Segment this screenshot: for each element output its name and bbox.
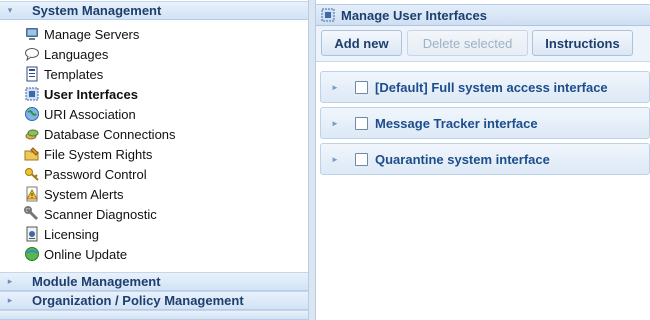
sidebar-item-licensing[interactable]: Licensing <box>0 224 308 244</box>
template-icon <box>24 66 40 82</box>
expand-arrow-icon: ▸ <box>7 276 13 286</box>
globe-icon <box>24 106 40 122</box>
interface-list: ► [Default] Full system access interface… <box>320 71 650 179</box>
sidebar-item-manage-servers[interactable]: Manage Servers <box>0 24 308 44</box>
update-globe-icon <box>24 246 40 262</box>
server-icon <box>24 26 40 42</box>
speech-bubble-icon <box>24 46 40 62</box>
list-item[interactable]: ► [Default] Full system access interface <box>320 71 650 103</box>
database-icon <box>24 126 40 142</box>
system-management-list: Manage Servers Languages Templates User … <box>0 24 308 264</box>
sidebar-item-label: User Interfaces <box>44 86 138 102</box>
user-interface-icon <box>24 86 40 102</box>
sidebar-item-label: URI Association <box>44 106 136 122</box>
collapse-arrow-icon: ▾ <box>7 5 13 15</box>
delete-selected-button[interactable]: Delete selected <box>407 30 528 56</box>
toolbar: Add new Delete selected Instructions <box>316 26 650 62</box>
sidebar-item-online-update[interactable]: Online Update <box>0 244 308 264</box>
section-organization-policy-management[interactable]: ▸ Organization / Policy Management <box>0 291 308 310</box>
sidebar-item-label: File System Rights <box>44 146 153 162</box>
expand-arrow-icon: ▸ <box>7 295 13 305</box>
user-interface-icon <box>320 7 336 23</box>
sidebar-item-label: Online Update <box>44 246 128 262</box>
section-module-management[interactable]: ▸ Module Management <box>0 272 308 291</box>
sidebar-item-label: Manage Servers <box>44 26 140 42</box>
sidebar-item-label: Languages <box>44 46 109 62</box>
expand-arrow-icon[interactable]: ► <box>331 83 347 92</box>
warning-icon <box>24 186 40 202</box>
sidebar-item-user-interfaces[interactable]: User Interfaces <box>0 84 308 104</box>
expand-arrow-icon[interactable]: ► <box>331 155 347 164</box>
expand-arrow-icon[interactable]: ► <box>331 119 347 128</box>
section-label: System Management <box>32 3 162 18</box>
row-checkbox[interactable] <box>355 80 368 94</box>
navigation-panel: ▾ System Management Manage Servers Langu… <box>0 0 308 320</box>
sidebar-item-label: System Alerts <box>44 186 124 202</box>
license-icon <box>24 226 40 242</box>
instructions-button[interactable]: Instructions <box>532 30 633 56</box>
key-icon <box>24 166 40 182</box>
sidebar-item-label: Database Connections <box>44 126 176 142</box>
panel-splitter[interactable] <box>308 0 316 320</box>
section-label: Module Management <box>32 274 161 289</box>
folder-edit-icon <box>24 146 40 162</box>
page-title: Manage User Interfaces <box>341 7 487 23</box>
wrench-icon <box>24 206 40 222</box>
row-checkbox[interactable] <box>355 116 368 130</box>
row-label[interactable]: Quarantine system interface <box>375 152 550 167</box>
panel-header: Manage User Interfaces <box>316 4 650 26</box>
sidebar-item-label: Password Control <box>44 166 147 182</box>
content-panel: Manage User Interfaces Add new Delete se… <box>316 0 650 320</box>
add-new-button[interactable]: Add new <box>321 30 402 56</box>
list-item[interactable]: ► Message Tracker interface <box>320 107 650 139</box>
sidebar-item-languages[interactable]: Languages <box>0 44 308 64</box>
sidebar-item-label: Licensing <box>44 226 99 242</box>
sidebar-item-label: Scanner Diagnostic <box>44 206 157 222</box>
sidebar-item-system-alerts[interactable]: System Alerts <box>0 184 308 204</box>
sidebar-item-label: Templates <box>44 66 104 82</box>
row-label[interactable]: Message Tracker interface <box>375 116 538 131</box>
row-checkbox[interactable] <box>355 152 368 166</box>
sidebar-item-password-control[interactable]: Password Control <box>0 164 308 184</box>
section-label: Organization / Policy Management <box>32 293 244 308</box>
sidebar-item-file-system-rights[interactable]: File System Rights <box>0 144 308 164</box>
sidebar-item-database-connections[interactable]: Database Connections <box>0 124 308 144</box>
sidebar-item-uri-association[interactable]: URI Association <box>0 104 308 124</box>
list-item[interactable]: ► Quarantine system interface <box>320 143 650 175</box>
section-header-partial <box>0 310 308 320</box>
sidebar-item-templates[interactable]: Templates <box>0 64 308 84</box>
row-label[interactable]: [Default] Full system access interface <box>375 80 608 95</box>
sidebar-item-scanner-diagnostic[interactable]: Scanner Diagnostic <box>0 204 308 224</box>
section-system-management[interactable]: ▾ System Management <box>0 1 308 20</box>
